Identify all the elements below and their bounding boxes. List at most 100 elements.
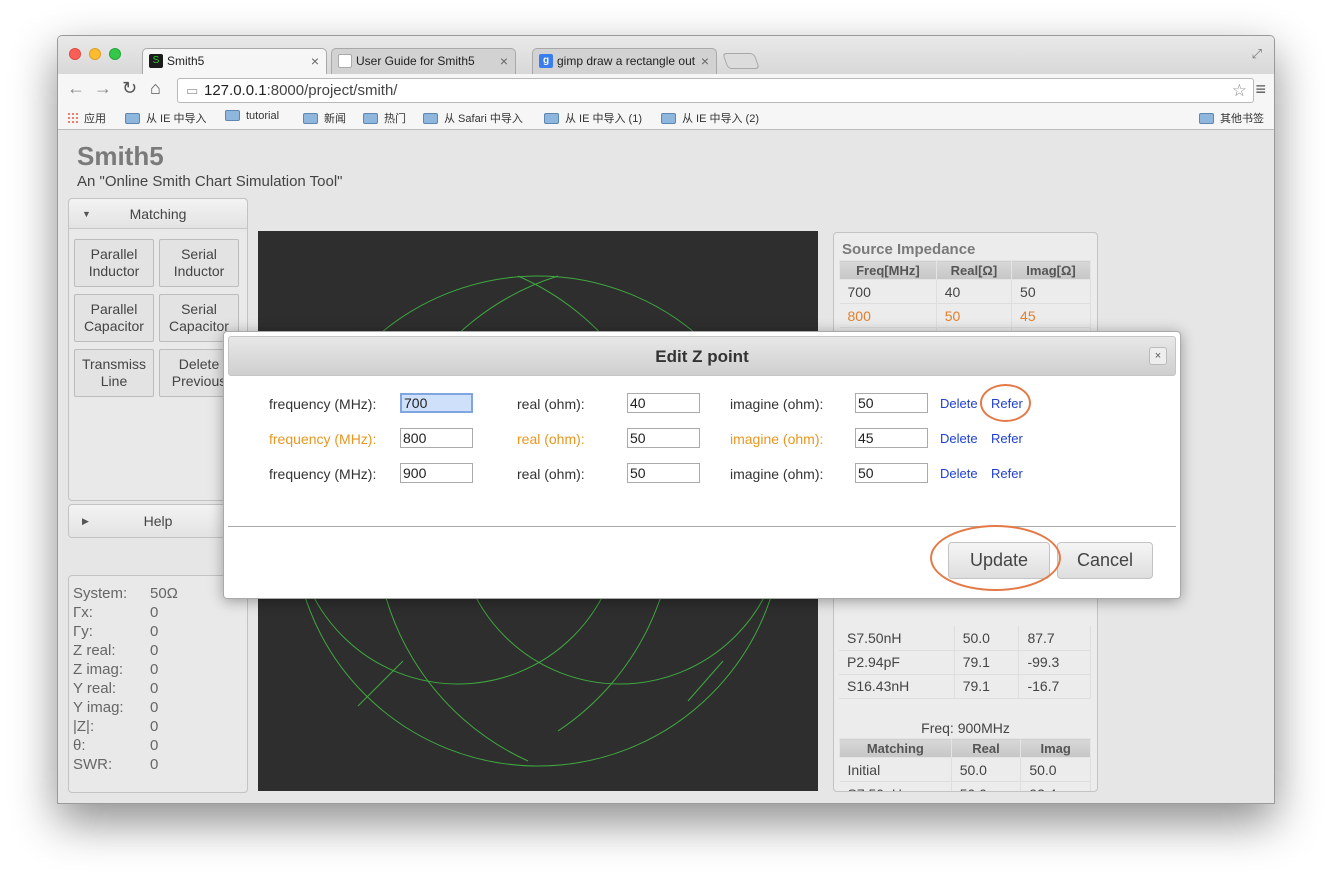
tab-user-guide[interactable]: User Guide for Smith5 × — [331, 48, 516, 74]
button-line: Serial — [181, 301, 217, 317]
frequency-input[interactable] — [400, 463, 473, 483]
cancel-button[interactable]: Cancel — [1057, 542, 1153, 579]
tab-title: gimp draw a rectangle out — [557, 54, 695, 68]
back-icon[interactable]: ← — [67, 78, 85, 99]
bookmark-label: 从 IE 中导入 (1) — [565, 113, 643, 125]
info-label: |Z|: — [73, 718, 95, 735]
info-label: θ: — [73, 737, 86, 754]
column-header: Matching — [839, 738, 952, 758]
bookmark-folder[interactable]: 从 Safari 中导入 — [423, 110, 523, 126]
real-input[interactable] — [627, 428, 700, 448]
bookmark-folder[interactable]: 新闻 — [303, 110, 346, 126]
bookmark-label: 从 IE 中导入 (2) — [682, 113, 760, 125]
table-row[interactable]: 800 50 45 — [839, 303, 1091, 328]
bookmark-folder[interactable]: 从 IE 中导入 (2) — [661, 110, 759, 126]
real-label: real (ohm): — [517, 431, 585, 447]
app-title: Smith5 — [77, 141, 164, 171]
frequency-input[interactable] — [400, 393, 473, 413]
bookmark-apps[interactable]: 应用 — [67, 110, 106, 126]
other-bookmarks[interactable]: 其他书签 — [1199, 110, 1264, 126]
page-icon: ▭ — [186, 83, 199, 98]
tab-close-icon[interactable]: × — [311, 49, 319, 73]
reload-icon[interactable]: ↻ — [122, 78, 137, 99]
bookmark-folder[interactable]: tutorial — [225, 110, 279, 122]
table-cell: 50.0 — [951, 757, 1022, 782]
tab-close-icon[interactable]: × — [701, 49, 709, 73]
delete-link[interactable]: Delete — [940, 431, 978, 446]
bookmark-folder[interactable]: 从 IE 中导入 (1) — [544, 110, 642, 126]
new-tab-button[interactable] — [722, 53, 760, 69]
table-cell: 700 — [839, 279, 937, 304]
table-row[interactable]: S16.43nH 79.1 -16.7 — [839, 674, 1091, 699]
caret-down-icon: ▼ — [82, 209, 91, 219]
info-row: Z real: 0 — [73, 641, 233, 660]
bookmark-label: 新闻 — [324, 113, 346, 125]
table-cell: 40 — [936, 279, 1013, 304]
delete-link[interactable]: Delete — [940, 396, 978, 411]
serial-inductor-button[interactable]: Serial Inductor — [159, 239, 239, 287]
folder-icon — [125, 113, 140, 124]
close-icon[interactable]: × — [1149, 347, 1167, 365]
tab-google-search[interactable]: g gimp draw a rectangle out × — [532, 48, 717, 74]
table-cell: 50 — [936, 303, 1013, 328]
table-row[interactable]: S7.50nH50.092.4 — [839, 781, 1091, 791]
info-label: SWR: — [73, 756, 113, 773]
imagine-input[interactable] — [855, 393, 928, 413]
real-input[interactable] — [627, 393, 700, 413]
address-bar[interactable]: ▭ 127.0.0.1:8000/project/smith/ ☆ — [177, 78, 1254, 103]
info-label: Z imag: — [73, 661, 124, 678]
menu-icon[interactable]: ≡ — [1255, 79, 1266, 100]
bookmark-folder[interactable]: 热门 — [363, 110, 406, 126]
bookmark-label: 热门 — [384, 113, 406, 125]
table-row[interactable]: P2.94pF 79.1 -99.3 — [839, 650, 1091, 675]
info-value: 0 — [150, 661, 159, 678]
matching-header[interactable]: ▼ Matching — [69, 199, 247, 229]
table-row[interactable]: S7.50nH 50.0 87.7 — [839, 626, 1091, 651]
info-value: 0 — [150, 718, 159, 735]
bookmark-folder[interactable]: 从 IE 中导入 — [125, 110, 207, 126]
tab-smith5[interactable]: S Smith5 × — [142, 48, 327, 74]
close-window-button[interactable] — [69, 48, 81, 60]
home-icon[interactable]: ⌂ — [150, 78, 161, 99]
help-header-label: Help — [143, 513, 173, 529]
real-input[interactable] — [627, 463, 700, 483]
info-label: Y imag: — [73, 699, 124, 716]
tab-close-icon[interactable]: × — [500, 49, 508, 73]
apps-grid-icon — [67, 112, 79, 124]
parallel-inductor-button[interactable]: Parallel Inductor — [74, 239, 154, 287]
fullscreen-icon[interactable]: ⤢ — [1252, 46, 1262, 62]
imagine-input[interactable] — [855, 463, 928, 483]
dialog-header[interactable]: Edit Z point × — [228, 336, 1176, 376]
table-row[interactable]: Initial 50.0 50.0 — [839, 757, 1091, 782]
google-icon: g — [539, 54, 553, 68]
delete-link[interactable]: Delete — [940, 466, 978, 481]
zoom-window-button[interactable] — [109, 48, 121, 60]
help-header[interactable]: ▶ Help — [69, 505, 247, 537]
button-line: Inductor — [173, 263, 225, 279]
transmission-line-button[interactable]: Transmiss Line — [74, 349, 154, 397]
parallel-capacitor-button[interactable]: Parallel Capacitor — [74, 294, 154, 342]
tab-strip: S Smith5 × User Guide for Smith5 × g gim… — [58, 36, 1274, 74]
frequency-label: frequency (MHz): — [269, 396, 377, 412]
frequency-input[interactable] — [400, 428, 473, 448]
chart-grid-line — [357, 660, 404, 707]
refer-link[interactable]: Refer — [991, 431, 1023, 446]
table-row[interactable]: 700 40 50 — [839, 279, 1091, 304]
dialog-divider — [228, 526, 1176, 527]
table-cell: 50.0 — [1020, 757, 1091, 782]
table-cell: 50.0 — [951, 781, 1022, 791]
real-label: real (ohm): — [517, 466, 585, 482]
imagine-input[interactable] — [855, 428, 928, 448]
folder-icon — [544, 113, 559, 124]
button-line: Previous — [171, 373, 227, 389]
info-row: |Z|: 0 — [73, 717, 233, 736]
minimize-window-button[interactable] — [89, 48, 101, 60]
info-label: Z real: — [73, 642, 116, 659]
forward-icon[interactable]: → — [94, 78, 112, 99]
refer-link[interactable]: Refer — [991, 466, 1023, 481]
bookmark-star-icon[interactable]: ☆ — [1232, 79, 1247, 102]
imagine-label: imagine (ohm): — [730, 431, 824, 447]
tab-title: User Guide for Smith5 — [356, 54, 475, 68]
info-label: Γy: — [73, 623, 93, 640]
matching-header-label: Matching — [129, 206, 187, 222]
